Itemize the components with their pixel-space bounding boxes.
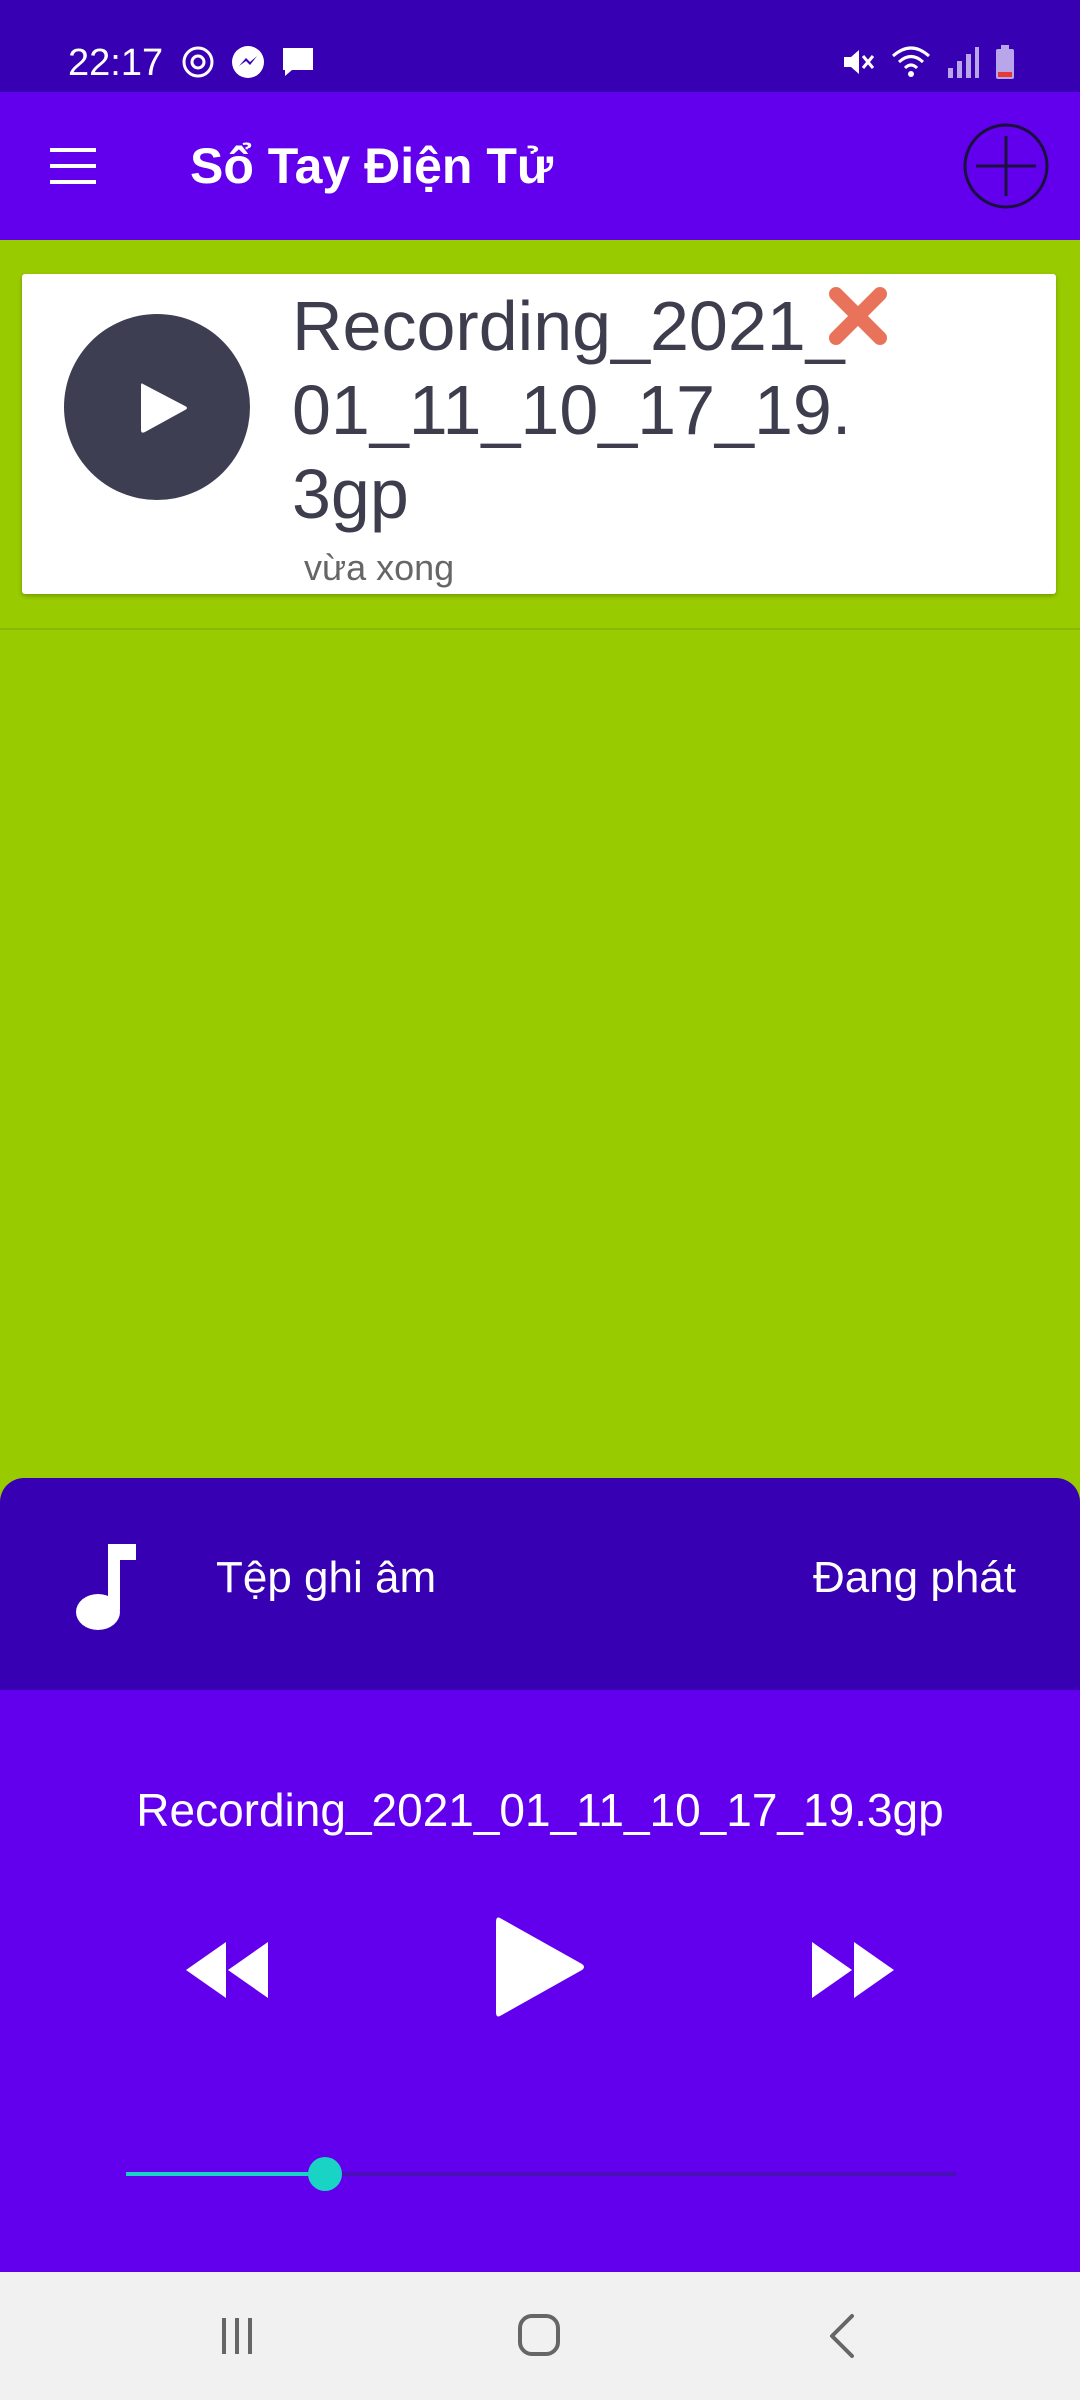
fast-forward-button[interactable] xyxy=(804,1930,900,2010)
battery-low-icon xyxy=(994,44,1016,80)
now-playing-title: Recording_2021_01_11_10_17_19.3gp xyxy=(136,1784,944,1836)
screen: 22:17 Sổ Tay Điện Tử Recording_2021_01_1… xyxy=(0,0,1080,2400)
hamburger-menu-icon xyxy=(50,148,96,184)
wifi-icon xyxy=(890,44,932,80)
seek-thumb[interactable] xyxy=(308,2157,342,2191)
seek-progress xyxy=(126,2172,325,2176)
fast-forward-icon xyxy=(812,1942,894,1998)
home-button[interactable] xyxy=(502,2308,576,2364)
signal-icon xyxy=(946,44,980,80)
play-icon xyxy=(496,1917,584,2017)
music-note-icon xyxy=(76,1544,136,1630)
status-time: 22:17 xyxy=(68,42,164,84)
player-file-label: Tệp ghi âm xyxy=(216,1553,437,1602)
sync-icon xyxy=(180,44,216,80)
player-body: Recording_2021_01_11_10_17_19.3gp xyxy=(0,1690,1080,2272)
add-button[interactable] xyxy=(962,122,1050,210)
back-button[interactable] xyxy=(806,2308,880,2364)
recording-play-button[interactable] xyxy=(64,314,250,500)
player-header: Tệp ghi âm Đang phát xyxy=(0,1478,1080,1690)
recent-apps-button[interactable] xyxy=(200,2308,274,2364)
close-icon xyxy=(829,287,887,345)
message-icon xyxy=(280,44,316,80)
status-bar: 22:17 xyxy=(0,0,1080,92)
player-status: Đang phát xyxy=(812,1553,1016,1602)
seek-bar[interactable] xyxy=(126,2156,956,2192)
list-divider xyxy=(0,628,1080,630)
recording-title: Recording_2021_01_11_10_17_19.3gp xyxy=(292,287,852,533)
status-system-icons xyxy=(840,44,1016,80)
back-icon xyxy=(830,2314,854,2358)
add-circle-icon xyxy=(963,123,1049,209)
rewind-icon xyxy=(186,1942,268,1998)
mute-icon xyxy=(840,44,876,80)
delete-recording-button[interactable] xyxy=(828,286,888,346)
play-icon xyxy=(141,383,187,433)
rewind-button[interactable] xyxy=(180,1930,276,2010)
recent-apps-icon xyxy=(222,2318,252,2354)
messenger-icon xyxy=(230,44,266,80)
status-notification-icons xyxy=(180,44,316,80)
menu-button[interactable] xyxy=(36,136,110,196)
app-title: Sổ Tay Điện Tử xyxy=(190,138,554,194)
app-bar: Sổ Tay Điện Tử xyxy=(0,92,1080,240)
home-icon xyxy=(518,2314,560,2356)
play-pause-button[interactable] xyxy=(490,1912,590,2022)
system-nav-bar xyxy=(0,2272,1080,2400)
recording-list-item[interactable]: Recording_2021_01_11_10_17_19.3gp vừa xo… xyxy=(22,274,1056,594)
recording-time: vừa xong xyxy=(304,547,455,588)
